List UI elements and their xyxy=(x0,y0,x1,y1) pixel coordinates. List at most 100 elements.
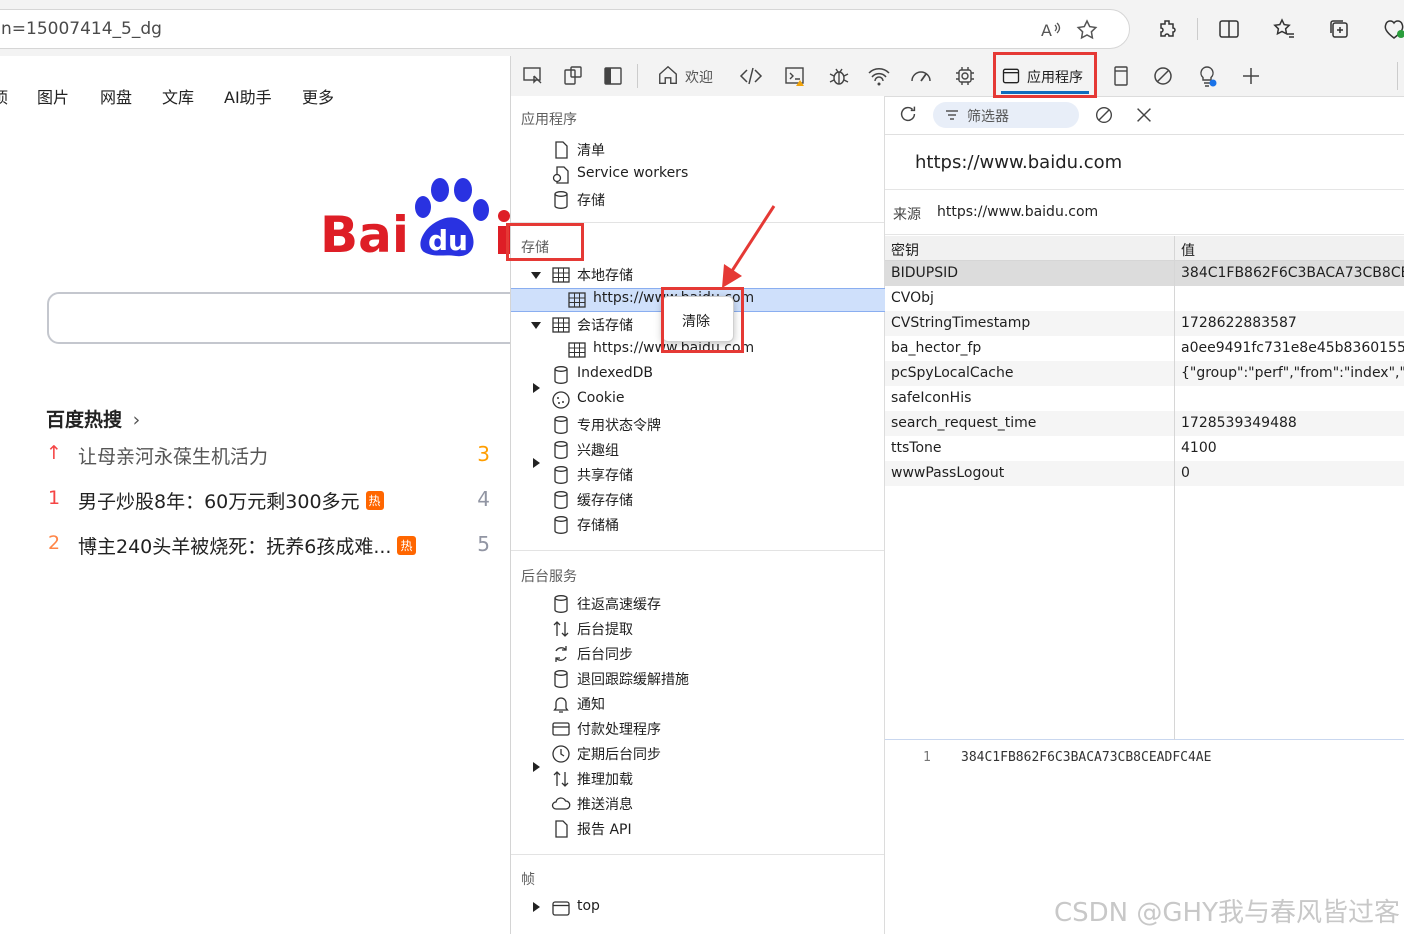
baidu-page: 顷 图片 网盘 文库 AI助手 更多 Bai du 百度热搜 › ↑ 让母亲河永… xyxy=(0,56,510,934)
elements-icon[interactable] xyxy=(739,64,763,88)
table-row[interactable]: ba_hector_fpa0ee9491fc731e8e45b836015573… xyxy=(885,336,1404,361)
collapse-arrow-icon[interactable] xyxy=(533,383,540,393)
nav-item[interactable]: 顷 xyxy=(0,84,8,108)
preview-value: 384C1FB862F6C3BACA73CB8CEADFC4AE xyxy=(961,750,1212,765)
console-icon[interactable] xyxy=(783,64,807,88)
table-row[interactable]: pcSpyLocalCache {"group":"perf","from":"i… xyxy=(885,361,1404,386)
filter-input[interactable]: 筛选器 xyxy=(933,102,1079,128)
dock-side-icon[interactable] xyxy=(601,64,625,88)
address-bar[interactable]: n=15007414_5_dg A xyxy=(0,9,1130,49)
logo-text-du: du xyxy=(428,224,468,257)
nav-item-images[interactable]: 图片 xyxy=(37,84,69,108)
hot-list-item[interactable]: 2 博主240头羊被烧死：抚养6孩成难... 热 5 xyxy=(44,532,504,562)
collections-icon[interactable] xyxy=(1327,17,1351,41)
column-divider[interactable] xyxy=(1174,236,1175,740)
database-icon xyxy=(554,416,568,434)
read-aloud-icon[interactable]: A xyxy=(1039,18,1063,42)
table-row[interactable]: wwwPassLogout 0 xyxy=(885,461,1404,486)
hot-item-num: 3 xyxy=(477,442,490,466)
service-worker-gear-icon xyxy=(552,166,569,184)
toolbar-divider xyxy=(1197,18,1198,40)
collapse-arrow-icon[interactable] xyxy=(533,458,540,468)
hot-item-num: 5 xyxy=(477,532,490,556)
highlight-box xyxy=(993,52,1097,98)
annotation-arrow-icon xyxy=(722,205,776,288)
column-header-value[interactable]: 值 xyxy=(1181,240,1195,260)
database-icon xyxy=(554,366,568,384)
sync-icon xyxy=(555,646,567,662)
expand-arrow-icon[interactable] xyxy=(531,322,541,329)
lighthouse-icon[interactable] xyxy=(1195,64,1219,88)
hot-rank: 1 xyxy=(47,487,61,509)
highlight-box-storage xyxy=(506,223,584,261)
hot-rank-top-icon: ↑ xyxy=(46,442,62,464)
baidu-search-input[interactable] xyxy=(47,292,510,344)
table-grid-icon xyxy=(552,267,570,283)
database-icon xyxy=(554,466,568,484)
table-row[interactable]: safeIconHis xyxy=(885,386,1404,411)
issues-icon[interactable] xyxy=(1151,64,1175,88)
table-row[interactable]: CVStringTimestamp 1728622883587 xyxy=(885,311,1404,336)
table-grid-icon xyxy=(568,292,586,308)
add-tool-icon[interactable] xyxy=(1239,64,1263,88)
refresh-icon[interactable] xyxy=(897,103,919,125)
clock-icon xyxy=(552,745,570,763)
chevron-right-icon: › xyxy=(132,409,141,431)
memory-icon[interactable] xyxy=(953,64,977,88)
table-grid-icon xyxy=(568,342,586,358)
origin-row: 来源 https://www.baidu.com xyxy=(885,189,1404,235)
browser-toolbar: n=15007414_5_dg A xyxy=(0,0,1404,56)
storage-table: 密钥 值 BIDUPSID384C1FB862F6C3BACA73CB8CEAD… xyxy=(885,236,1404,740)
tab-welcome-label: 欢迎 xyxy=(685,70,713,86)
hot-list-item[interactable]: 1 男子炒股8年：60万元剩300多元热 4 xyxy=(44,487,504,517)
section-background-services: 后台服务 xyxy=(521,569,577,585)
nav-item-ai-assistant[interactable]: AI助手 xyxy=(224,84,272,108)
frame-window-icon xyxy=(552,901,570,916)
home-icon xyxy=(659,65,677,84)
storage-sheet-icon[interactable] xyxy=(1109,64,1133,88)
network-icon[interactable] xyxy=(867,64,891,88)
database-icon xyxy=(554,595,568,613)
sources-bug-icon[interactable] xyxy=(827,64,851,88)
collapse-arrow-icon[interactable] xyxy=(533,762,540,772)
database-icon xyxy=(554,670,568,688)
browser-essentials-icon[interactable] xyxy=(1382,17,1404,41)
performance-icon[interactable] xyxy=(909,64,933,88)
split-screen-icon[interactable] xyxy=(1217,17,1241,41)
device-emulation-icon[interactable] xyxy=(561,64,585,88)
highlight-box-clear xyxy=(661,287,744,353)
table-row[interactable]: CVObj xyxy=(885,286,1404,311)
cookie-icon xyxy=(552,391,570,409)
hot-search-title[interactable]: 百度热搜 › xyxy=(46,405,140,432)
clear-all-icon[interactable] xyxy=(1093,104,1115,126)
column-header-key[interactable]: 密钥 xyxy=(891,240,919,260)
nav-item-netdisk[interactable]: 网盘 xyxy=(100,84,132,108)
nav-item-wenku[interactable]: 文库 xyxy=(162,84,194,108)
storage-main-panel: 筛选器 https://www.baidu.com 来源 https://www… xyxy=(885,96,1404,934)
expand-arrow-icon[interactable] xyxy=(531,272,541,279)
toolbar-divider xyxy=(1397,62,1398,90)
up-down-arrows-icon xyxy=(553,621,569,637)
nav-item-more[interactable]: 更多 xyxy=(302,84,334,108)
inspect-element-icon[interactable] xyxy=(521,64,545,88)
table-row[interactable]: ttsTone 4100 xyxy=(885,436,1404,461)
origin-heading: https://www.baidu.com xyxy=(915,152,1123,173)
hot-list-item[interactable]: ↑ 让母亲河永葆生机活力 3 xyxy=(44,442,504,472)
cloud-icon xyxy=(551,797,571,810)
table-row[interactable]: search_request_time 1728539349488 xyxy=(885,411,1404,436)
table-row-selected[interactable]: BIDUPSID384C1FB862F6C3BACA73CB8CEADFC4AE xyxy=(885,261,1404,286)
hot-badge: 热 xyxy=(365,491,384,510)
extensions-icon[interactable] xyxy=(1156,17,1180,41)
hot-item-text: 男子炒股8年：60万元剩300多元热 xyxy=(78,487,384,514)
collapse-arrow-icon[interactable] xyxy=(533,902,540,912)
table-grid-icon xyxy=(552,317,570,333)
baidu-logo: Bai du xyxy=(320,178,510,264)
table-row-empty xyxy=(885,486,1404,511)
origin-value: https://www.baidu.com xyxy=(937,204,1099,220)
database-icon xyxy=(554,516,568,534)
delete-selected-icon[interactable] xyxy=(1133,104,1155,126)
svg-text:A: A xyxy=(1041,21,1052,40)
favorite-star-icon[interactable] xyxy=(1075,18,1099,42)
origin-label: 来源 xyxy=(893,207,921,223)
favorites-icon[interactable] xyxy=(1272,17,1296,41)
